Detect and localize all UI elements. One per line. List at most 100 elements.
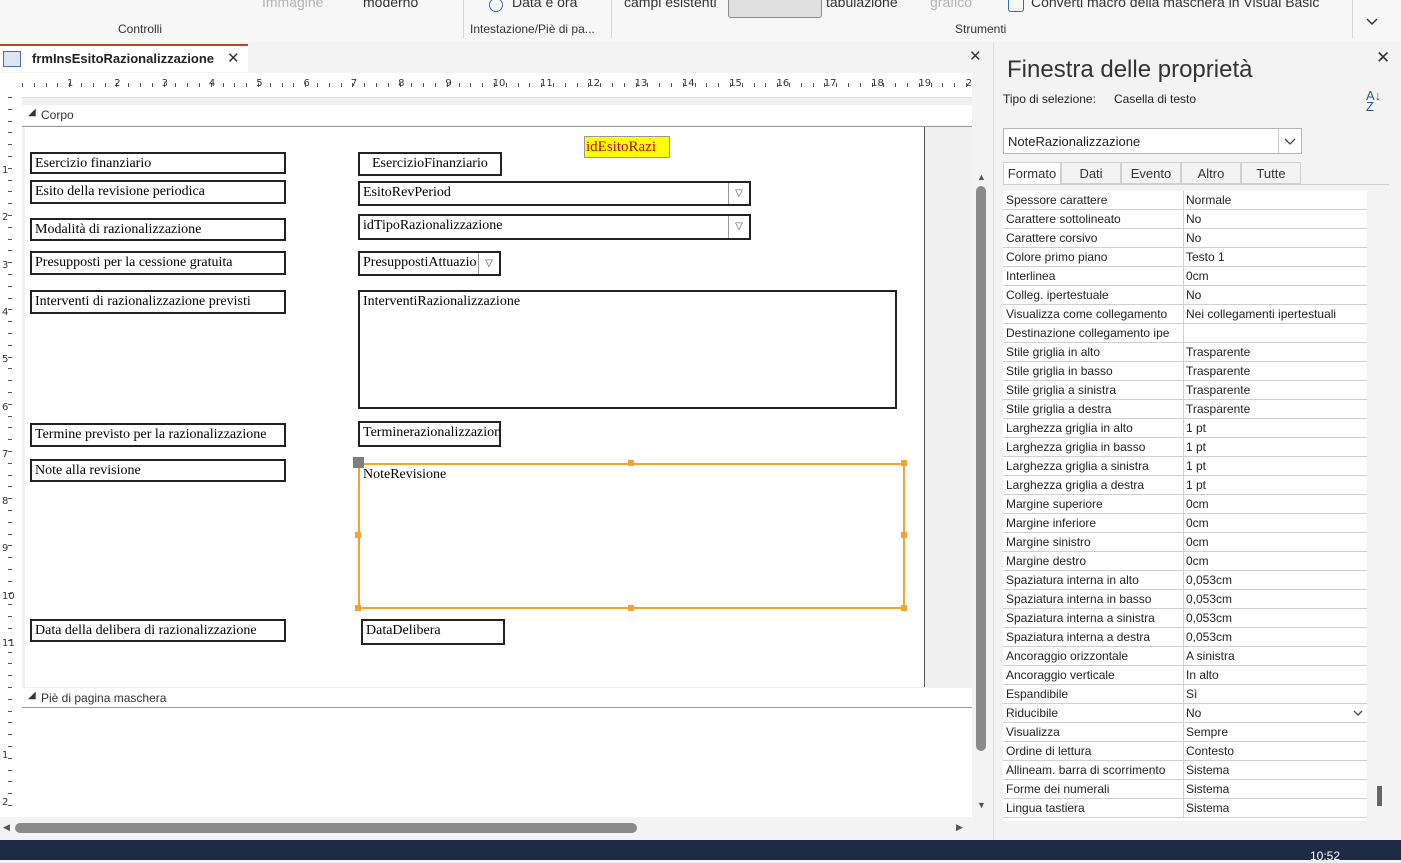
tab-formato[interactable]: Formato — [1003, 162, 1061, 184]
label-presupposti[interactable]: Presupposti per la cessione gratuita — [30, 251, 286, 275]
property-value[interactable]: 0,053cm — [1186, 573, 1364, 587]
tab-evento[interactable]: Evento — [1121, 162, 1181, 184]
property-value[interactable]: No — [1186, 288, 1364, 302]
property-row[interactable]: Espandibile Sì — [1003, 685, 1367, 704]
collapse-ribbon-chevron-icon[interactable] — [1364, 14, 1380, 30]
property-value[interactable]: 1 pt — [1186, 459, 1364, 473]
resize-handle[interactable] — [628, 605, 634, 611]
label-esito[interactable]: Esito della revisione periodica — [30, 180, 286, 204]
property-value[interactable]: 1 pt — [1186, 440, 1364, 454]
scroll-down-icon[interactable]: ▼ — [977, 800, 986, 810]
sort-az-icon[interactable]: A↓Z — [1366, 89, 1386, 113]
label-modalita[interactable]: Modalità di razionalizzazione — [30, 218, 286, 241]
property-row[interactable]: Ordine di lettura Contesto — [1003, 742, 1367, 761]
property-row[interactable]: Spaziatura interna in alto 0,053cm — [1003, 571, 1367, 590]
property-row[interactable]: Colleg. ipertestuale No — [1003, 286, 1367, 305]
chevron-down-icon[interactable]: ▽ — [728, 216, 749, 238]
resize-handle[interactable] — [355, 605, 361, 611]
chevron-down-icon[interactable]: ▽ — [478, 253, 499, 274]
property-sheet-close-icon[interactable]: ✕ — [1376, 48, 1390, 68]
property-row[interactable]: Visualizza come collegamento Nei collegam… — [1003, 305, 1367, 324]
property-row[interactable]: Spaziatura interna a destra 0,053cm — [1003, 628, 1367, 647]
ribbon-button-3[interactable]: campi esistenti — [624, 0, 717, 10]
property-value[interactable]: Sistema — [1186, 782, 1364, 796]
field-esercizio[interactable]: EsercizioFinanziario — [358, 152, 502, 176]
id-field[interactable]: idEsitoRazi — [584, 136, 670, 158]
resize-handle[interactable] — [355, 532, 361, 538]
property-value[interactable]: Normale — [1186, 193, 1364, 207]
property-row[interactable]: Colore primo piano Testo 1 — [1003, 248, 1367, 267]
horizontal-scroll-thumb[interactable] — [15, 823, 637, 833]
property-value[interactable]: In alto — [1186, 668, 1364, 682]
property-row[interactable]: Larghezza griglia in basso 1 pt — [1003, 438, 1367, 457]
property-value[interactable]: No — [1186, 231, 1364, 245]
property-value[interactable]: Sempre — [1186, 725, 1364, 739]
property-row[interactable]: Stile griglia a destra Trasparente — [1003, 400, 1367, 419]
section-bar-footer[interactable]: ◢ Piè di pagina maschera — [22, 688, 972, 708]
property-row[interactable]: Destinazione collegamento ipe — [1003, 324, 1367, 343]
property-value[interactable]: Sistema — [1186, 801, 1364, 815]
scroll-left-icon[interactable]: ◀ — [3, 822, 10, 833]
property-value[interactable]: 1 pt — [1186, 421, 1364, 435]
property-row[interactable]: Carattere sottolineato No — [1003, 210, 1367, 229]
property-row[interactable]: Stile griglia in alto Trasparente — [1003, 343, 1367, 362]
resize-handle[interactable] — [628, 460, 634, 466]
property-row[interactable]: Ancoraggio orizzontale A sinistra — [1003, 647, 1367, 666]
property-value[interactable]: Trasparente — [1186, 402, 1364, 416]
label-interventi[interactable]: Interventi di razionalizzazione previsti — [30, 290, 286, 314]
property-row[interactable]: Interlinea 0cm — [1003, 267, 1367, 286]
property-row[interactable]: Ancoraggio verticale In alto — [1003, 666, 1367, 685]
property-value[interactable]: 0,053cm — [1186, 592, 1364, 606]
property-value[interactable]: Sistema — [1186, 763, 1364, 777]
ribbon-button-5[interactable]: tabulazione — [826, 0, 898, 10]
property-value[interactable]: 0,053cm — [1186, 630, 1364, 644]
document-tab-close-icon[interactable]: ✕ — [227, 49, 240, 67]
property-value[interactable]: 0cm — [1186, 516, 1364, 530]
chevron-down-icon[interactable] — [1278, 129, 1301, 153]
vertical-scroll-thumb[interactable] — [976, 186, 986, 751]
property-value[interactable]: Nei collegamenti ipertestuali — [1186, 307, 1364, 321]
combo-tipo[interactable]: idTipoRazionalizzazione ▽ — [358, 214, 751, 240]
property-value[interactable]: 0cm — [1186, 535, 1364, 549]
scroll-right-icon[interactable]: ▶ — [956, 822, 963, 833]
document-tab[interactable]: frmInsEsitoRazionalizzazione ✕ — [0, 44, 248, 72]
field-note-selected[interactable]: NoteRevisione — [358, 463, 905, 609]
property-value[interactable]: Trasparente — [1186, 345, 1364, 359]
property-row[interactable]: Spaziatura interna a sinistra 0,053cm — [1003, 609, 1367, 628]
tab-altro[interactable]: Altro — [1181, 162, 1241, 184]
property-row[interactable]: Visualizza Sempre — [1003, 723, 1367, 742]
property-row[interactable]: Riducibile No — [1003, 704, 1367, 723]
form-footer-canvas[interactable] — [22, 708, 972, 818]
property-value[interactable]: 0cm — [1186, 497, 1364, 511]
property-value[interactable]: No — [1186, 212, 1364, 226]
label-note[interactable]: Note alla revisione — [30, 459, 286, 482]
combo-esito[interactable]: EsitoRevPeriod ▽ — [358, 181, 751, 206]
property-row[interactable]: Spaziatura interna in basso 0,053cm — [1003, 590, 1367, 609]
property-scroll-thumb[interactable] — [1377, 786, 1382, 806]
property-row[interactable]: Margine destro 0cm — [1003, 552, 1367, 571]
chevron-down-icon[interactable]: ▽ — [728, 183, 749, 204]
property-value[interactable]: Trasparente — [1186, 383, 1364, 397]
property-value[interactable]: A sinistra — [1186, 649, 1364, 663]
property-value[interactable]: No — [1186, 706, 1364, 720]
scroll-up-icon[interactable]: ▲ — [977, 172, 986, 182]
property-row[interactable]: Stile griglia in basso Trasparente — [1003, 362, 1367, 381]
property-value[interactable]: Sì — [1186, 687, 1364, 701]
chevron-down-icon[interactable] — [1349, 704, 1367, 722]
ribbon-button-6[interactable]: grafico — [930, 0, 972, 10]
tab-tutte[interactable]: Tutte — [1241, 162, 1301, 184]
property-row[interactable]: Stile griglia a sinistra Trasparente — [1003, 381, 1367, 400]
property-value[interactable]: 0cm — [1186, 554, 1364, 568]
property-row[interactable]: Larghezza griglia a sinistra 1 pt — [1003, 457, 1367, 476]
resize-handle[interactable] — [901, 605, 907, 611]
vertical-scrollbar[interactable]: ▲ ▼ — [972, 98, 992, 817]
horizontal-scrollbar[interactable]: ◀ ▶ — [0, 817, 972, 839]
property-value[interactable]: 0,053cm — [1186, 611, 1364, 625]
field-termine[interactable]: Terminerazionalizzazione — [358, 421, 501, 447]
property-row[interactable]: Margine sinistro 0cm — [1003, 533, 1367, 552]
property-row[interactable]: Margine inferiore 0cm — [1003, 514, 1367, 533]
property-value[interactable]: 0cm — [1186, 269, 1364, 283]
design-close-icon[interactable]: ✕ — [969, 47, 982, 65]
ribbon-button-7[interactable]: Converti macro della maschera in Visual … — [1031, 0, 1319, 10]
property-row[interactable]: Larghezza griglia in alto 1 pt — [1003, 419, 1367, 438]
